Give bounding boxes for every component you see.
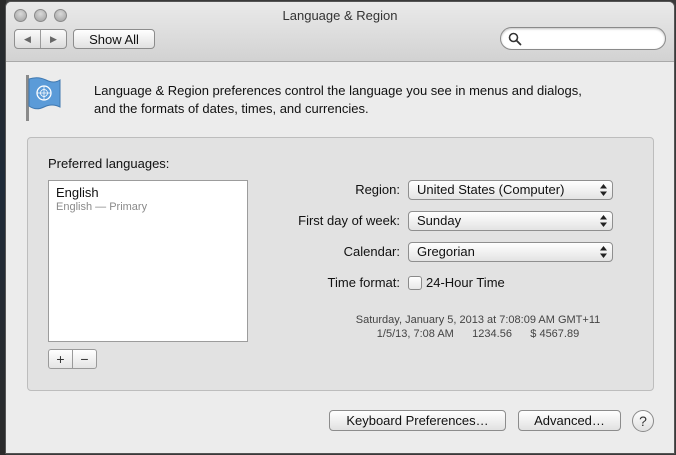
nav-buttons: ◀ ▶ [14, 29, 67, 49]
remove-language-button[interactable]: − [72, 349, 97, 369]
sample-formats: 1/5/13, 7:08 AM 1234.56 $ 4567.89 [376, 328, 580, 340]
region-label: Region: [355, 182, 400, 197]
add-language-button[interactable]: + [48, 349, 73, 369]
24-hour-label[interactable]: 24-Hour Time [426, 275, 505, 290]
24-hour-checkbox[interactable] [408, 276, 422, 290]
language-subtitle: English — Primary [56, 201, 148, 213]
window-title: Language & Region [282, 8, 398, 23]
description-line-1: Language & Region preferences control th… [94, 83, 582, 98]
sample-date-long: Saturday, January 5, 2013 at 7:08:09 AM … [355, 314, 601, 326]
language-name: English [56, 185, 99, 200]
show-all-button[interactable]: Show All [73, 29, 155, 49]
back-button[interactable]: ◀ [15, 30, 40, 48]
advanced-button[interactable]: Advanced… [518, 410, 621, 431]
description-line-2: and the formats of dates, times, and cur… [94, 101, 369, 116]
titlebar: Language & Region ◀ ▶ Show All [6, 2, 674, 62]
calendar-label: Calendar: [343, 244, 400, 259]
first-day-value: Sunday [417, 213, 462, 228]
first-day-select[interactable]: Sunday [408, 211, 613, 231]
language-list[interactable]: English English — Primary [48, 180, 248, 342]
un-flag-icon [26, 75, 61, 121]
updown-arrows-icon [600, 184, 607, 196]
search-icon [508, 32, 522, 46]
preferred-languages-label: Preferred languages: [48, 156, 170, 171]
forward-button[interactable]: ▶ [40, 30, 66, 48]
settings-panel: Preferred languages: English English — P… [27, 137, 654, 391]
pane-description: Language & Region preferences control th… [94, 82, 654, 118]
keyboard-preferences-button[interactable]: Keyboard Preferences… [329, 410, 506, 431]
calendar-select[interactable]: Gregorian [408, 242, 613, 262]
updown-arrows-icon [600, 246, 607, 258]
help-button[interactable]: ? [632, 410, 654, 432]
first-day-label: First day of week: [298, 213, 400, 228]
search-field[interactable] [500, 27, 666, 50]
region-value: United States (Computer) [417, 182, 565, 197]
search-input[interactable] [525, 30, 657, 47]
updown-arrows-icon [600, 215, 607, 227]
time-format-label: Time format: [327, 275, 400, 290]
preferences-window: Language & Region ◀ ▶ Show All Language … [6, 2, 674, 453]
region-select[interactable]: United States (Computer) [408, 180, 613, 200]
calendar-value: Gregorian [417, 244, 475, 259]
